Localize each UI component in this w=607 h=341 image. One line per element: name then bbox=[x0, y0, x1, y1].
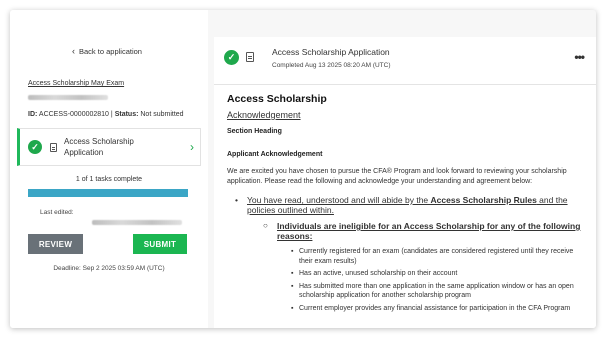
square-bullet-icon: ▪ bbox=[291, 270, 294, 277]
id-status-line: ID: ACCESS-0000002810 | Status: Not subm… bbox=[28, 111, 184, 118]
bullet-icon: • bbox=[235, 195, 238, 205]
task-title: Access Scholarship Application bbox=[272, 47, 390, 57]
acknowledgement-link[interactable]: Acknowledgement bbox=[227, 110, 301, 120]
list-item: ▪ Current employer provides any financia… bbox=[291, 304, 571, 312]
application-id: ACCESS-0000002810 bbox=[38, 111, 109, 118]
task-label: Access Scholarship Application bbox=[64, 137, 134, 157]
exam-link[interactable]: Access Scholarship May Exam bbox=[28, 80, 124, 87]
task-header: ✓ Access Scholarship Application Complet… bbox=[214, 37, 596, 85]
document-icon bbox=[50, 142, 57, 152]
task-completed-date: Completed Aug 13 2025 08:20 AM (UTC) bbox=[272, 62, 391, 69]
document-icon bbox=[246, 52, 254, 62]
status-value: Not submitted bbox=[140, 111, 184, 118]
square-bullet-icon: ▪ bbox=[291, 304, 294, 312]
progress-text: 1 of 1 tasks complete bbox=[75, 176, 143, 183]
submit-button[interactable]: SUBMIT bbox=[133, 234, 187, 254]
sidebar: ‹ Back to application Access Scholarship… bbox=[10, 10, 208, 328]
task-content: Access Scholarship Acknowledgement Secti… bbox=[227, 93, 587, 313]
check-circle-icon: ✓ bbox=[28, 140, 42, 154]
more-options-icon[interactable]: ••• bbox=[574, 50, 585, 64]
redacted-edited-value bbox=[92, 220, 182, 225]
progress-fill bbox=[28, 189, 188, 197]
back-label: Back to application bbox=[79, 46, 142, 56]
deadline-text: Deadline: Sep 2 2025 03:59 AM (UTC) bbox=[53, 265, 165, 272]
square-bullet-icon: ▪ bbox=[291, 248, 294, 255]
back-to-application-link[interactable]: ‹ Back to application bbox=[72, 46, 142, 56]
content-heading: Access Scholarship bbox=[227, 93, 327, 105]
task-item-access-scholarship[interactable]: ✓ Access Scholarship Application › bbox=[17, 128, 201, 166]
check-circle-icon: ✓ bbox=[224, 50, 239, 65]
review-button[interactable]: REVIEW bbox=[28, 234, 83, 254]
intro-paragraph: We are excited you have chosen to pursue… bbox=[227, 168, 567, 185]
chevron-left-icon: ‹ bbox=[72, 46, 75, 56]
main-panel: ✓ Access Scholarship Application Complet… bbox=[214, 37, 596, 328]
rules-link[interactable]: Access Scholarship Rules bbox=[431, 195, 537, 205]
list-item: ▪ Has submitted more than one applicatio… bbox=[291, 282, 574, 300]
circle-bullet-icon: ○ bbox=[263, 221, 268, 230]
list-item: • You have read, understood and will abi… bbox=[235, 195, 568, 215]
list-item: ○ Individuals are ineligible for an Acce… bbox=[263, 221, 581, 241]
redacted-name bbox=[28, 95, 108, 100]
square-bullet-icon: ▪ bbox=[291, 282, 294, 290]
progress-bar bbox=[28, 189, 188, 197]
app-frame: ‹ Back to application Access Scholarship… bbox=[10, 10, 596, 328]
applicant-acknowledgement-heading: Applicant Acknowledgement bbox=[227, 151, 323, 158]
last-edited: Last edited: bbox=[40, 209, 74, 216]
list-item: ▪ Currently registered for an exam (cand… bbox=[291, 248, 574, 265]
chevron-right-icon: › bbox=[190, 140, 194, 154]
list-item: ▪ Has an active, unused scholarship on t… bbox=[291, 270, 458, 277]
section-heading: Section Heading bbox=[227, 128, 282, 135]
